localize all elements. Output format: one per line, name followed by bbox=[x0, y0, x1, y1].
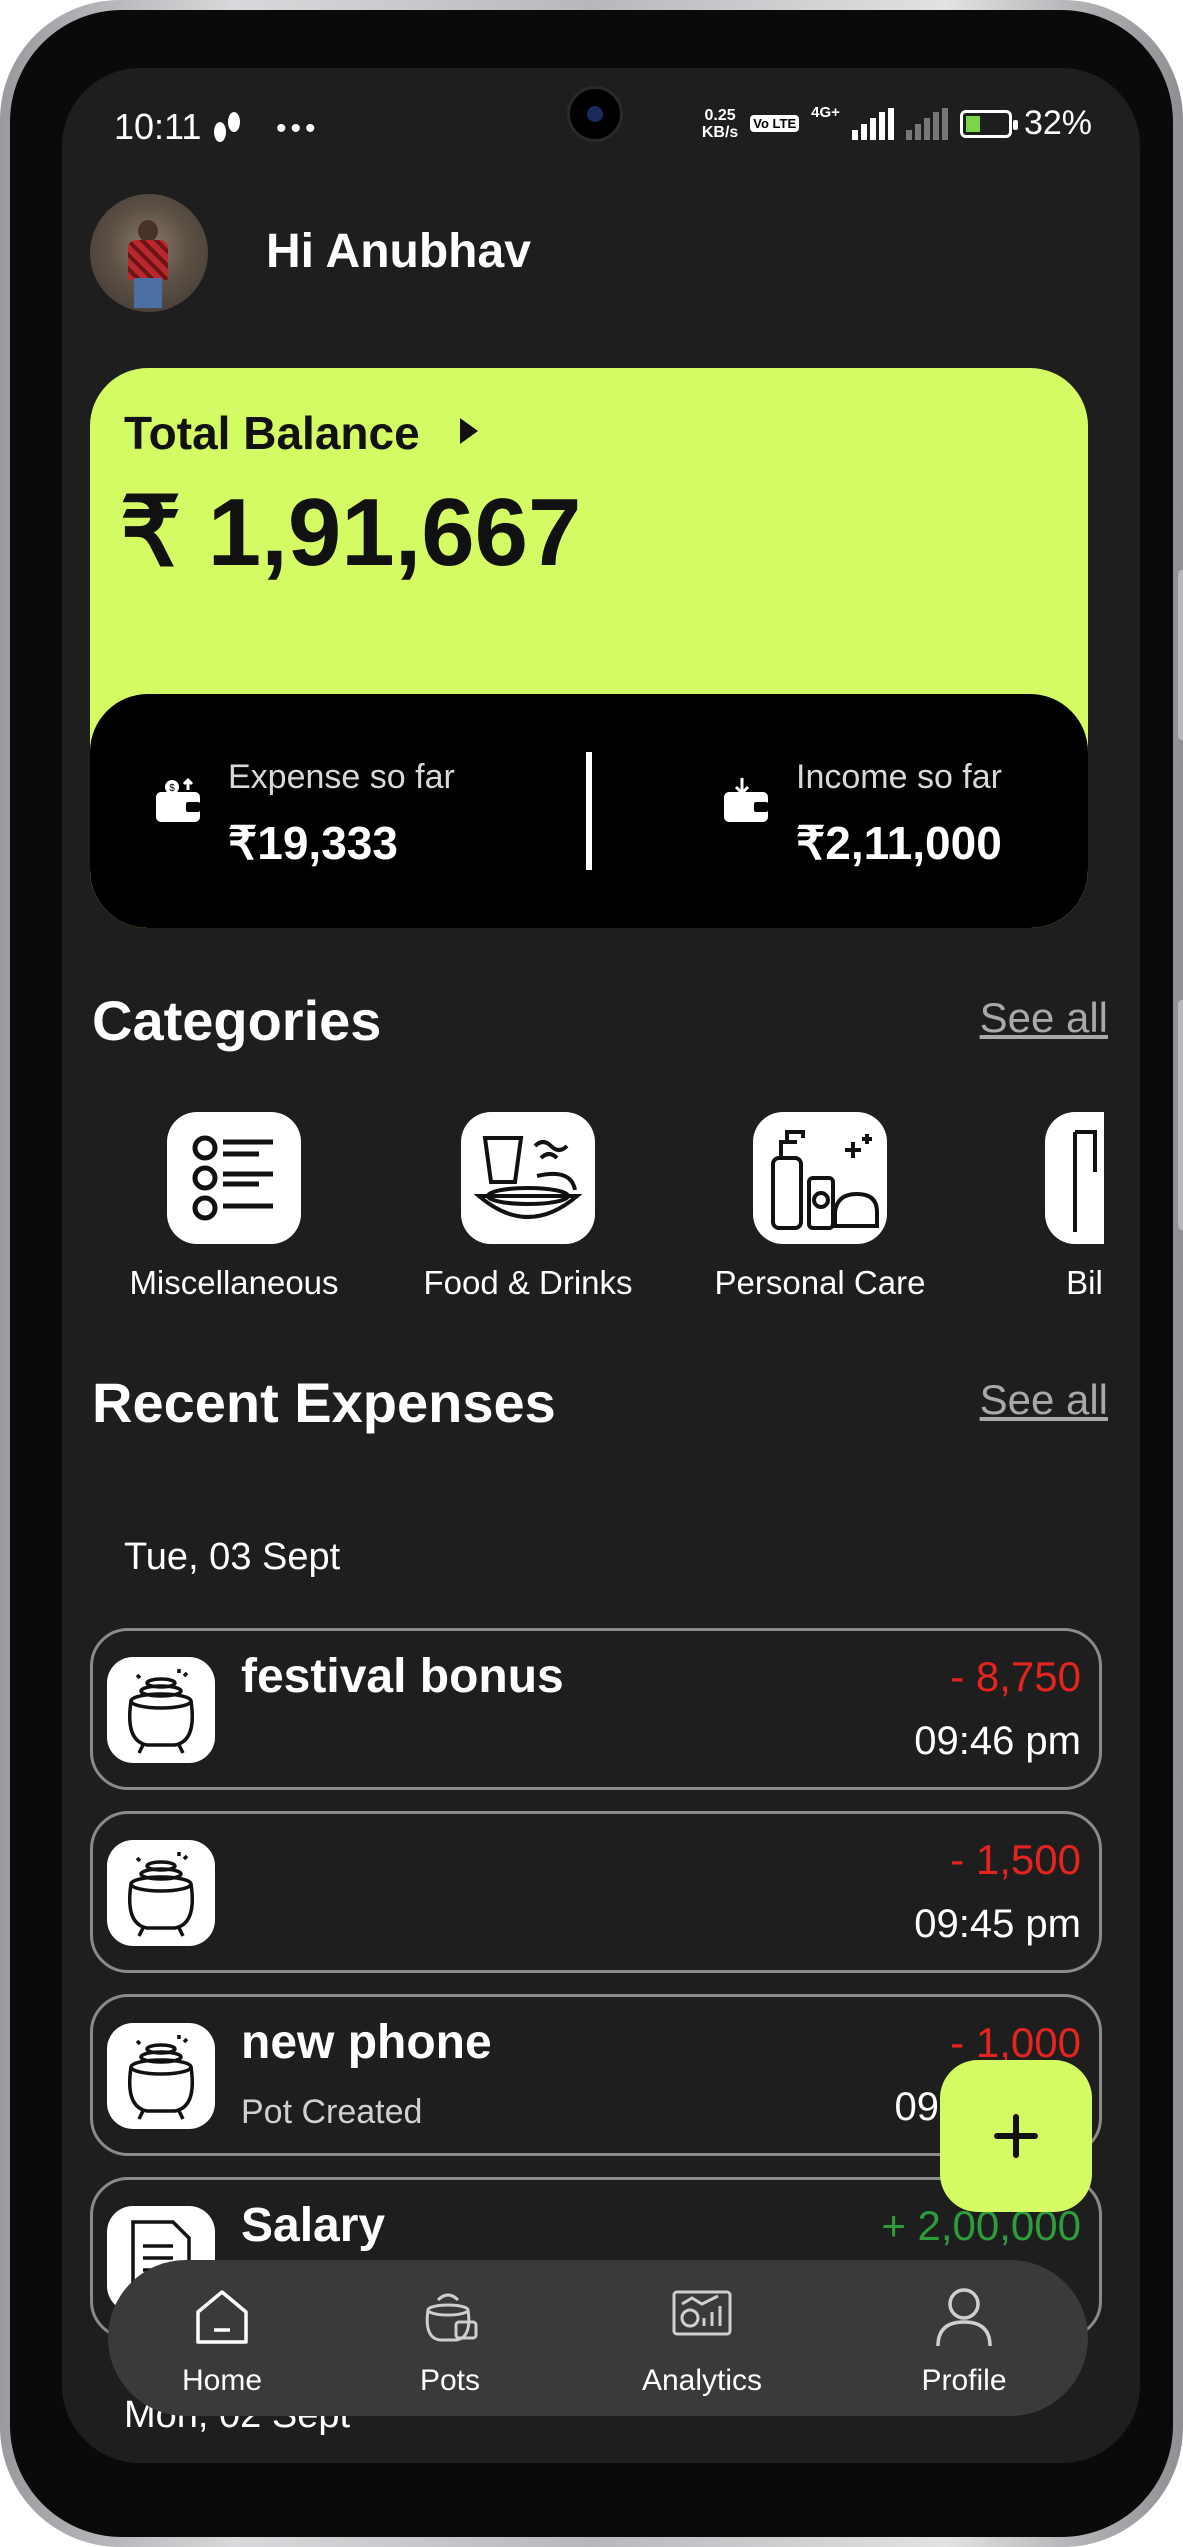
add-transaction-button[interactable] bbox=[940, 2060, 1092, 2212]
nav-label: Home bbox=[181, 2364, 263, 2397]
income-label: Income so far bbox=[796, 758, 1002, 796]
signal-secondary-icon bbox=[905, 107, 948, 140]
pot-icon bbox=[107, 1657, 215, 1763]
recent-expenses-title: Recent Expenses bbox=[92, 1371, 556, 1434]
wallet-out-icon: $ bbox=[154, 777, 204, 829]
summary-panel: $ Expense so far ₹19,333 Income so far ₹… bbox=[90, 694, 1088, 928]
footprint-icon bbox=[210, 108, 244, 149]
category-item-food-drinks[interactable]: Food & Drinks bbox=[398, 1112, 658, 1352]
transaction-title: festival bonus bbox=[241, 1650, 564, 1703]
nav-label: Analytics bbox=[641, 2364, 763, 2397]
total-balance-amount: ₹ 1,91,667 bbox=[120, 479, 582, 586]
category-label: Personal Care bbox=[714, 1264, 926, 1301]
transaction-row[interactable]: - 1,500 09:45 pm bbox=[90, 1811, 1102, 1973]
play-arrow-icon[interactable] bbox=[460, 418, 478, 444]
categories-title: Categories bbox=[92, 989, 382, 1052]
bills-icon bbox=[1045, 1112, 1104, 1244]
home-icon bbox=[196, 2290, 248, 2344]
balance-card[interactable]: Total Balance ₹ 1,91,667 $ Expense so fa… bbox=[90, 368, 1088, 928]
power-button bbox=[1178, 1000, 1183, 1230]
recent-see-all-link[interactable]: See all bbox=[980, 1376, 1108, 1424]
signal-icon bbox=[851, 107, 894, 140]
transaction-time: 09 bbox=[894, 2085, 940, 2129]
transaction-row[interactable]: festival bonus - 8,750 09:46 pm bbox=[90, 1628, 1102, 1790]
status-time: 10:11 bbox=[114, 106, 202, 147]
device-bezel: 10:11 ••• 0.25 KB/s Vo LTE 4G+ 32% Hi An… bbox=[10, 10, 1173, 2537]
list-icon bbox=[167, 1112, 301, 1244]
expense-value: ₹19,333 bbox=[228, 817, 398, 869]
network-speed-unit: KB/s bbox=[701, 123, 739, 141]
categories-see-all-link[interactable]: See all bbox=[980, 994, 1108, 1042]
expense-label: Expense so far bbox=[228, 758, 455, 796]
date-header: Tue, 03 Sept bbox=[124, 1536, 341, 1578]
pot-icon bbox=[107, 1840, 215, 1946]
network-speed-value: 0.25 bbox=[704, 106, 736, 124]
status-icons: 0.25 KB/s Vo LTE 4G+ 32% bbox=[702, 104, 1092, 143]
battery-percent: 32% bbox=[1023, 104, 1092, 142]
nav-label: Pots bbox=[419, 2364, 481, 2397]
category-item-bills[interactable]: Bills & bbox=[982, 1112, 1104, 1352]
total-balance-label: Total Balance bbox=[124, 407, 420, 459]
svg-text:$: $ bbox=[169, 783, 175, 794]
category-label: Miscellaneous bbox=[129, 1264, 339, 1301]
transaction-title: new phone bbox=[241, 2016, 492, 2069]
summary-divider bbox=[586, 752, 592, 870]
wallet-in-icon bbox=[722, 778, 772, 829]
front-camera bbox=[567, 86, 623, 142]
personal-care-icon bbox=[753, 1112, 887, 1244]
status-bar: 10:11 ••• 0.25 KB/s Vo LTE 4G+ 32% bbox=[62, 68, 1140, 188]
category-item-personal-care[interactable]: Personal Care bbox=[690, 1112, 950, 1352]
transaction-time: 09:45 pm bbox=[914, 1902, 1081, 1946]
income-value: ₹2,11,000 bbox=[796, 817, 1002, 869]
analytics-icon bbox=[672, 2290, 732, 2336]
category-item-miscellaneous[interactable]: Miscellaneous bbox=[104, 1112, 364, 1352]
network-type: 4G+ bbox=[811, 104, 840, 121]
bottom-nav: Home Pots Analytics Profile bbox=[108, 2260, 1088, 2416]
nav-item-home[interactable]: Home bbox=[122, 2260, 322, 2416]
transaction-amount: - 1,500 bbox=[950, 1836, 1081, 1883]
category-label: Bills & bbox=[1066, 1264, 1104, 1301]
categories-carousel[interactable]: Miscellaneous Food & Drinks Personal Car… bbox=[62, 1112, 1104, 1372]
nav-item-profile[interactable]: Profile bbox=[864, 2260, 1064, 2416]
category-label: Food & Drinks bbox=[423, 1264, 633, 1301]
transaction-amount: - 8,750 bbox=[950, 1653, 1081, 1700]
nav-item-pots[interactable]: Pots bbox=[350, 2260, 550, 2416]
pots-icon bbox=[425, 2293, 478, 2342]
plus-icon-vertical bbox=[1013, 2114, 1019, 2158]
transaction-time: 09:46 pm bbox=[914, 1719, 1081, 1763]
battery-icon bbox=[959, 109, 1018, 138]
transaction-subtitle: Pot Created bbox=[241, 2093, 423, 2131]
volume-button bbox=[1178, 570, 1183, 740]
nav-item-analytics[interactable]: Analytics bbox=[602, 2260, 802, 2416]
pot-icon bbox=[107, 2023, 215, 2129]
device-frame: 10:11 ••• 0.25 KB/s Vo LTE 4G+ 32% Hi An… bbox=[0, 0, 1183, 2547]
nav-label: Profile bbox=[921, 2364, 1007, 2397]
avatar[interactable] bbox=[90, 194, 208, 312]
network-speed: 0.25 KB/s bbox=[702, 107, 738, 141]
greeting-text: Hi Anubhav bbox=[266, 225, 531, 278]
app-screen: 10:11 ••• 0.25 KB/s Vo LTE 4G+ 32% Hi An… bbox=[62, 68, 1140, 2463]
volte-badge: Vo LTE bbox=[750, 115, 800, 132]
transaction-title: Salary bbox=[241, 2199, 386, 2252]
food-icon bbox=[461, 1112, 595, 1244]
profile-icon bbox=[936, 2288, 992, 2347]
more-dots-icon: ••• bbox=[276, 112, 320, 145]
